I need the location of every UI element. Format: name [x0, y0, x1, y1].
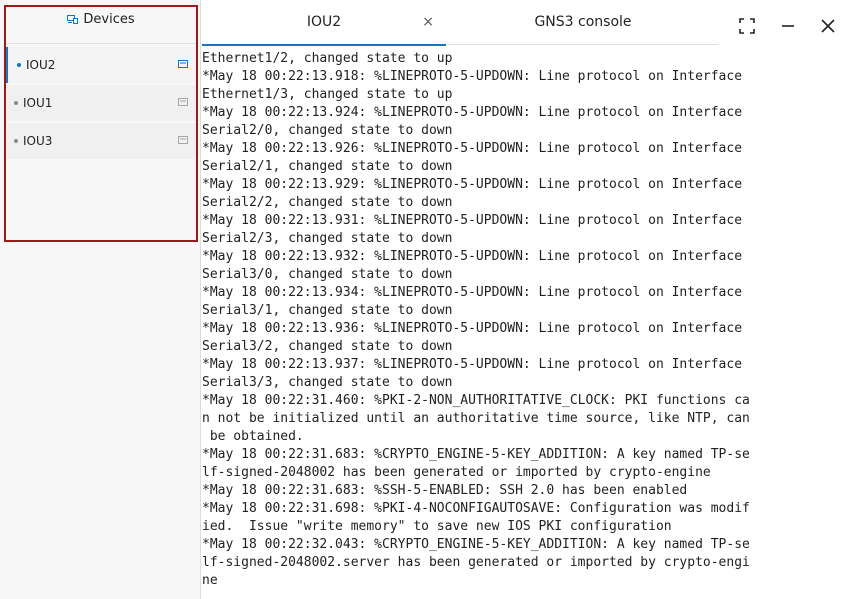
terminal-line: Ethernet1/2, changed state to up	[202, 51, 453, 66]
minimize-icon[interactable]	[780, 18, 796, 34]
terminal-line: *May 18 00:22:31.698: %PKI-4-NOCONFIGAUT…	[202, 501, 750, 516]
terminal-line: n not be initialized until an authoritat…	[202, 411, 750, 426]
terminal-line: lf-signed-2048002 has been generated or …	[202, 465, 711, 480]
terminal-line: Serial2/0, changed state to down	[202, 123, 453, 138]
terminal-output[interactable]: Ethernet1/2, changed state to up *May 18 …	[202, 47, 847, 599]
tab-bar: IOU2 × GNS3 console	[202, 0, 847, 47]
terminal-line: *May 18 00:22:13.937: %LINEPROTO-5-UPDOW…	[202, 357, 743, 372]
status-dot	[17, 63, 21, 67]
close-icon[interactable]	[820, 18, 836, 34]
sidebar: Devices IOU2 IOU1 IOU3	[0, 0, 201, 599]
terminal-line: Serial2/3, changed state to down	[202, 231, 453, 246]
terminal-line: *May 18 00:22:13.926: %LINEPROTO-5-UPDOW…	[202, 141, 743, 156]
terminal-line: *May 18 00:22:13.936: %LINEPROTO-5-UPDOW…	[202, 321, 743, 336]
terminal-line: *May 18 00:22:32.043: %CRYPTO_ENGINE-5-K…	[202, 537, 750, 552]
device-item-iou2[interactable]: IOU2	[6, 47, 196, 83]
tab-label: IOU2	[306, 14, 342, 30]
app-window: Devices IOU2 IOU1 IOU3 IOU2 × GNS3 conso…	[0, 0, 847, 599]
device-item-iou1[interactable]: IOU1	[6, 85, 196, 121]
tab-iou2[interactable]: IOU2 ×	[202, 0, 446, 46]
device-list: IOU2 IOU1 IOU3	[6, 47, 196, 161]
terminal-icon[interactable]	[178, 136, 188, 144]
terminal-text: Ethernet1/2, changed state to up *May 18 …	[202, 50, 847, 590]
terminal-line: Serial3/0, changed state to down	[202, 267, 453, 282]
terminal-line: lf-signed-2048002.server has been genera…	[202, 555, 750, 570]
terminal-line: Ethernet1/3, changed state to up	[202, 87, 453, 102]
sidebar-header: Devices	[6, 7, 196, 44]
terminal-line: ne	[202, 573, 218, 588]
device-label: IOU2	[26, 58, 56, 72]
devices-icon	[67, 15, 79, 24]
terminal-line: Serial2/1, changed state to down	[202, 159, 453, 174]
status-dot	[14, 101, 18, 105]
fullscreen-icon[interactable]	[739, 18, 755, 34]
terminal-line: *May 18 00:22:31.683: %CRYPTO_ENGINE-5-K…	[202, 447, 750, 462]
device-item-iou3[interactable]: IOU3	[6, 123, 196, 159]
tab-gns3-console[interactable]: GNS3 console	[448, 0, 718, 45]
terminal-line: *May 18 00:22:13.931: %LINEPROTO-5-UPDOW…	[202, 213, 743, 228]
terminal-line: ied. Issue "write memory" to save new IO…	[202, 519, 672, 534]
terminal-line: Serial2/2, changed state to down	[202, 195, 453, 210]
sidebar-title: Devices	[83, 12, 135, 27]
device-label: IOU3	[23, 134, 53, 148]
device-label: IOU1	[23, 96, 53, 110]
terminal-line: Serial3/2, changed state to down	[202, 339, 453, 354]
terminal-icon[interactable]	[178, 98, 188, 106]
terminal-line: *May 18 00:22:13.918: %LINEPROTO-5-UPDOW…	[202, 69, 743, 84]
terminal-line: Serial3/1, changed state to down	[202, 303, 453, 318]
terminal-line: *May 18 00:22:13.929: %LINEPROTO-5-UPDOW…	[202, 177, 743, 192]
terminal-line: be obtained.	[202, 429, 304, 444]
terminal-icon[interactable]	[178, 60, 188, 68]
tab-close-icon[interactable]: ×	[422, 14, 434, 30]
tab-label: GNS3 console	[534, 14, 632, 30]
terminal-line: *May 18 00:22:31.460: %PKI-2-NON_AUTHORI…	[202, 393, 750, 408]
terminal-line: Serial3/3, changed state to down	[202, 375, 453, 390]
terminal-line: *May 18 00:22:13.924: %LINEPROTO-5-UPDOW…	[202, 105, 743, 120]
terminal-line: *May 18 00:22:31.683: %SSH-5-ENABLED: SS…	[202, 483, 688, 498]
status-dot	[14, 139, 18, 143]
terminal-line: *May 18 00:22:13.932: %LINEPROTO-5-UPDOW…	[202, 249, 743, 264]
terminal-line: *May 18 00:22:13.934: %LINEPROTO-5-UPDOW…	[202, 285, 743, 300]
